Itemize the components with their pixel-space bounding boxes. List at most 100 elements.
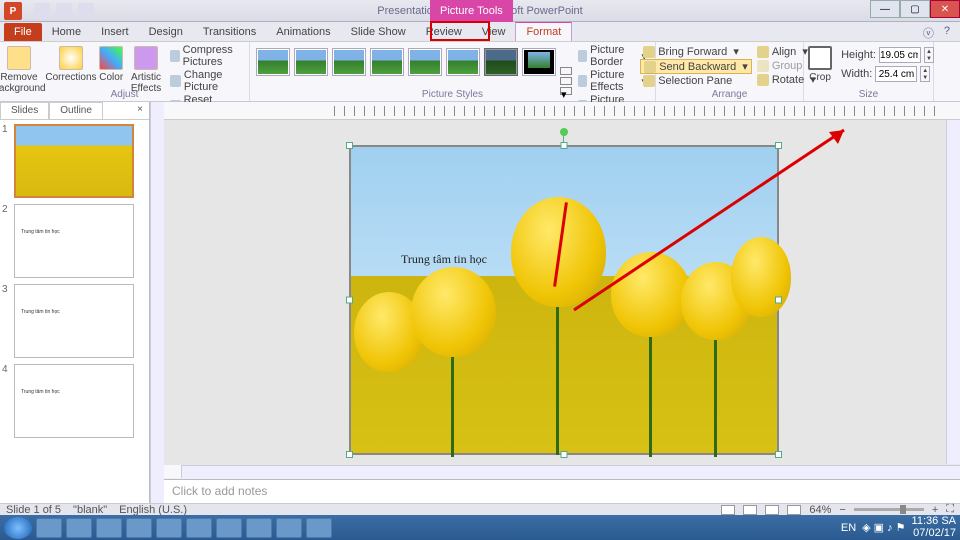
- qat-undo-icon[interactable]: [56, 3, 72, 19]
- status-bar: Slide 1 of 5 "blank" English (U.S.) 64% …: [0, 503, 960, 515]
- style-thumb[interactable]: [294, 48, 328, 76]
- resize-handle[interactable]: [775, 297, 782, 304]
- picture-border-button[interactable]: Picture Border ▾: [576, 44, 649, 68]
- notes-pane[interactable]: Click to add notes: [164, 479, 960, 503]
- tray-language[interactable]: EN: [841, 522, 856, 534]
- ruler-horizontal: [164, 102, 960, 120]
- group-label-size: Size: [804, 89, 933, 100]
- resize-handle[interactable]: [775, 451, 782, 458]
- taskbar-coccoc-icon[interactable]: [216, 518, 242, 538]
- resize-handle[interactable]: [346, 142, 353, 149]
- height-spinner[interactable]: ▲▼: [924, 47, 934, 63]
- taskbar-unikey-icon[interactable]: [66, 518, 92, 538]
- send-backward-button[interactable]: Send Backward ▾: [640, 59, 752, 74]
- start-button[interactable]: [4, 517, 32, 539]
- group-label-styles: Picture Styles: [250, 89, 655, 100]
- selection-pane-button[interactable]: Selection Pane: [640, 75, 752, 87]
- slide-counter: Slide 1 of 5: [6, 504, 61, 516]
- zoom-out-icon[interactable]: −: [839, 504, 845, 516]
- style-thumb[interactable]: [370, 48, 404, 76]
- slides-tab[interactable]: Slides: [0, 102, 49, 119]
- tray-icons[interactable]: ◈ ▣ ♪ ⚑: [862, 521, 905, 534]
- zoom-in-icon[interactable]: +: [932, 504, 938, 516]
- taskbar-chrome-icon[interactable]: [96, 518, 122, 538]
- slide-canvas[interactable]: Trung tâm tin học: [164, 120, 960, 465]
- editor-area: Trung tâm tin học Click to add notes: [164, 102, 960, 503]
- taskbar-word-icon[interactable]: [186, 518, 212, 538]
- pane-scrollbar[interactable]: [150, 102, 164, 503]
- resize-handle[interactable]: [346, 297, 353, 304]
- ribbon-minimize-icon[interactable]: ⓥ: [923, 25, 934, 41]
- view-sorter-button[interactable]: [743, 505, 757, 515]
- taskbar-powerpoint-icon[interactable]: [156, 518, 182, 538]
- width-label: Width:: [841, 68, 872, 80]
- text-box[interactable]: Trung tâm tin học: [401, 252, 487, 267]
- tab-format[interactable]: Format: [515, 21, 572, 41]
- resize-handle[interactable]: [561, 142, 568, 149]
- style-thumb[interactable]: [256, 48, 290, 76]
- compress-pictures-button[interactable]: Compress Pictures: [168, 44, 255, 68]
- slide-thumb[interactable]: 1: [2, 124, 147, 198]
- height-input[interactable]: [879, 47, 921, 63]
- theme-name: "blank": [73, 504, 107, 516]
- tab-review[interactable]: Review: [416, 23, 472, 41]
- width-spinner[interactable]: ▲▼: [920, 66, 930, 82]
- style-thumb[interactable]: [484, 48, 518, 76]
- tab-transitions[interactable]: Transitions: [193, 23, 266, 41]
- slides-pane: Slides Outline × 1 2Trung tâm tin học 3T…: [0, 102, 150, 503]
- style-thumb[interactable]: [522, 48, 556, 76]
- taskbar-skype-icon[interactable]: [246, 518, 272, 538]
- powerpoint-logo-icon: P: [4, 2, 22, 20]
- tab-insert[interactable]: Insert: [91, 23, 139, 41]
- outline-tab[interactable]: Outline: [49, 102, 103, 119]
- horizontal-scrollbar[interactable]: [164, 465, 960, 479]
- group-label-adjust: Adjust: [0, 89, 249, 100]
- window-minimize-button[interactable]: —: [870, 0, 900, 18]
- crop-button[interactable]: Crop: [803, 44, 837, 83]
- zoom-level[interactable]: 64%: [809, 504, 831, 516]
- resize-handle[interactable]: [775, 142, 782, 149]
- workspace: Slides Outline × 1 2Trung tâm tin học 3T…: [0, 102, 960, 503]
- window-maximize-button[interactable]: ▢: [900, 0, 930, 18]
- tab-design[interactable]: Design: [139, 23, 193, 41]
- slide-thumb[interactable]: 3Trung tâm tin học: [2, 284, 147, 358]
- slide-thumb[interactable]: 4Trung tâm tin học: [2, 364, 147, 438]
- title-bar: P Presentation1.pptx - Microsoft PowerPo…: [0, 0, 960, 22]
- taskbar-explorer-icon[interactable]: [36, 518, 62, 538]
- resize-handle[interactable]: [346, 451, 353, 458]
- qat-redo-icon[interactable]: [78, 3, 94, 19]
- view-normal-button[interactable]: [721, 505, 735, 515]
- vertical-scrollbar[interactable]: [946, 120, 960, 464]
- tray-clock[interactable]: 11:36 SA 07/02/17: [912, 516, 956, 539]
- width-input[interactable]: [875, 66, 917, 82]
- height-label: Height:: [841, 49, 876, 61]
- windows-taskbar: EN ◈ ▣ ♪ ⚑ 11:36 SA 07/02/17: [0, 515, 960, 540]
- resize-handle[interactable]: [561, 451, 568, 458]
- style-thumb[interactable]: [446, 48, 480, 76]
- tab-slideshow[interactable]: Slide Show: [341, 23, 416, 41]
- help-icon[interactable]: ?: [944, 25, 950, 41]
- ribbon: Remove Background Corrections Color Arti…: [0, 42, 960, 102]
- style-thumb[interactable]: [408, 48, 442, 76]
- zoom-slider[interactable]: [854, 508, 924, 511]
- bring-forward-button[interactable]: Bring Forward ▾: [640, 45, 752, 58]
- inserted-picture[interactable]: Trung tâm tin học: [350, 146, 778, 454]
- close-pane-icon[interactable]: ×: [131, 102, 149, 119]
- slide[interactable]: Trung tâm tin học: [349, 145, 779, 455]
- view-reading-button[interactable]: [765, 505, 779, 515]
- qat-save-icon[interactable]: [34, 3, 50, 19]
- tab-view[interactable]: View: [472, 23, 516, 41]
- tab-animations[interactable]: Animations: [266, 23, 340, 41]
- taskbar-paint-icon[interactable]: [306, 518, 332, 538]
- taskbar-zalo-icon[interactable]: [126, 518, 152, 538]
- language-indicator[interactable]: English (U.S.): [119, 504, 187, 516]
- rotate-handle[interactable]: [560, 128, 568, 136]
- tab-file[interactable]: File: [4, 23, 42, 41]
- slide-thumb[interactable]: 2Trung tâm tin học: [2, 204, 147, 278]
- contextual-tab-label: Picture Tools: [430, 0, 513, 22]
- view-slideshow-button[interactable]: [787, 505, 801, 515]
- tab-home[interactable]: Home: [42, 23, 91, 41]
- style-thumb[interactable]: [332, 48, 366, 76]
- window-close-button[interactable]: ✕: [930, 0, 960, 18]
- taskbar-excel-icon[interactable]: [276, 518, 302, 538]
